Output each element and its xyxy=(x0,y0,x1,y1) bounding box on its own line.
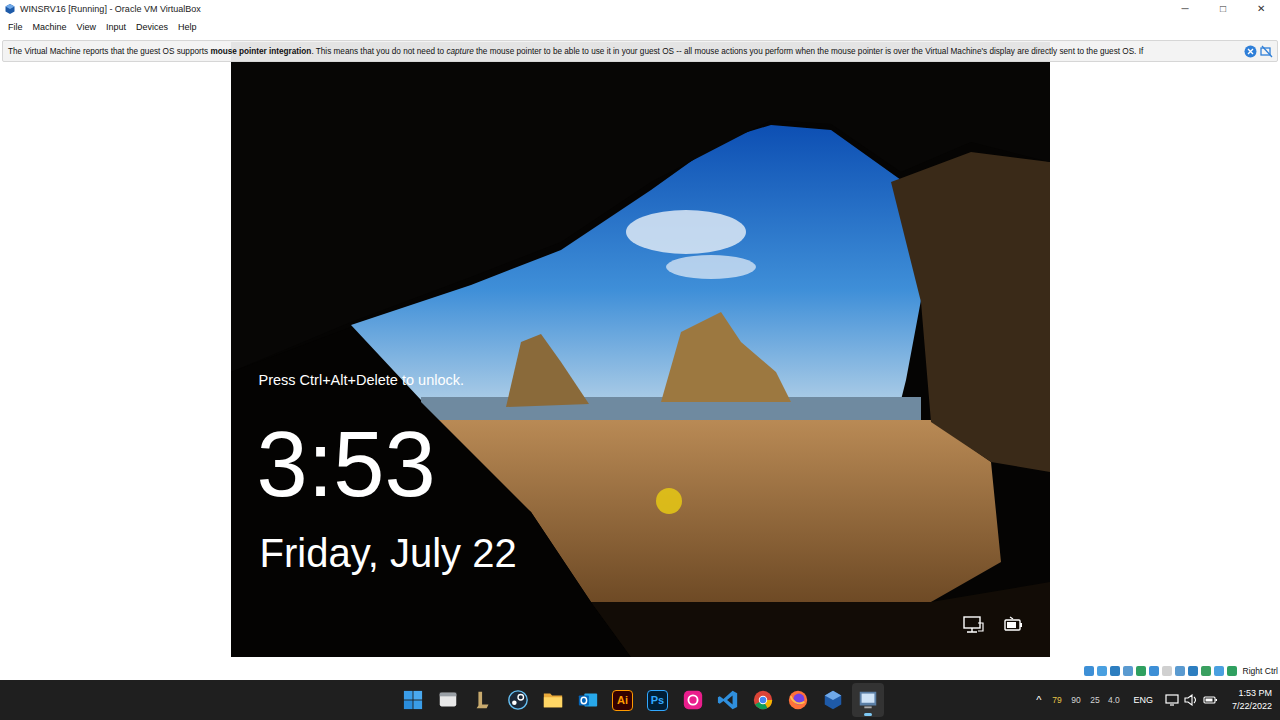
volume-icon[interactable] xyxy=(1182,694,1201,706)
window-controls: ─□✕ xyxy=(1166,0,1280,18)
taskbar-app[interactable] xyxy=(677,683,709,717)
app-icon-label: Ai xyxy=(617,694,628,706)
minimize-button[interactable]: ─ xyxy=(1166,0,1204,18)
virtualbox-icon xyxy=(822,689,844,711)
tray-reading[interactable]: 4.0 xyxy=(1104,695,1123,705)
vm-display[interactable]: Press Ctrl+Alt+Delete to unlock. 3:53 Frid… xyxy=(231,42,1050,657)
device-status-icon[interactable] xyxy=(1162,666,1172,676)
device-status-icon[interactable] xyxy=(1149,666,1159,676)
taskbar-app[interactable] xyxy=(397,683,429,717)
menu-item[interactable]: Machine xyxy=(28,20,72,34)
vm-viewport: Press Ctrl+Alt+Delete to unlock. 3:53 Frid… xyxy=(0,36,1280,662)
app-icon-label: Ps xyxy=(651,694,664,706)
host-key: Right Ctrl xyxy=(1243,666,1278,676)
device-status-icon[interactable] xyxy=(1097,666,1107,676)
clock-time: 1:53 PM xyxy=(1238,687,1272,700)
explorer-window-icon xyxy=(437,689,459,711)
tray-reading[interactable]: 25 xyxy=(1085,695,1104,705)
device-status-icon[interactable] xyxy=(1175,666,1185,676)
device-status-icon[interactable] xyxy=(1188,666,1198,676)
taskbar-app[interactable] xyxy=(467,683,499,717)
firefox-icon xyxy=(787,689,809,711)
chrome-icon xyxy=(752,689,774,711)
tray-reading[interactable]: 79 xyxy=(1047,695,1066,705)
menu-item[interactable]: View xyxy=(72,20,101,34)
outlook-icon xyxy=(577,689,599,711)
menu-item[interactable]: Input xyxy=(101,20,131,34)
vm-icon xyxy=(857,689,879,711)
notification-part: . This means that you do not need to xyxy=(311,47,446,56)
lock-screen-icons xyxy=(962,615,1024,635)
notification-bar: The Virtual Machine reports that the gue… xyxy=(2,40,1278,62)
notification-part: capture xyxy=(446,47,473,56)
accessibility-icon[interactable] xyxy=(1002,615,1024,635)
taskbar-app[interactable] xyxy=(747,683,779,717)
restore-button[interactable]: □ xyxy=(1204,0,1242,18)
show-hidden-icons[interactable]: ^ xyxy=(1030,694,1047,706)
notification-part: The Virtual Machine reports that the gue… xyxy=(8,47,210,56)
virtualbox-icon xyxy=(4,3,16,15)
taskbar-app[interactable]: Ai xyxy=(607,683,639,717)
menu-bar: FileMachineViewInputDevicesHelp xyxy=(0,18,1280,36)
taskbar-app[interactable] xyxy=(432,683,464,717)
notification-part: mouse pointer integration xyxy=(210,47,311,56)
device-status-icon[interactable] xyxy=(1136,666,1146,676)
status-bar: Right Ctrl xyxy=(0,662,1280,680)
taskbar-apps: Ai Ps xyxy=(397,683,884,717)
menu-item[interactable]: Devices xyxy=(131,20,173,34)
device-status-icon[interactable] xyxy=(1201,666,1211,676)
mute-notifications-icon[interactable] xyxy=(1260,45,1273,58)
taskbar-app[interactable] xyxy=(502,683,534,717)
lock-date: Friday, July 22 xyxy=(260,531,517,575)
taskbar-app[interactable] xyxy=(817,683,849,717)
taskbar-app[interactable] xyxy=(782,683,814,717)
taskbar-app[interactable] xyxy=(537,683,569,717)
photoshop-icon: Ps xyxy=(647,690,668,711)
window-title: WINSRV16 [Running] - Oracle VM VirtualBo… xyxy=(20,4,1166,14)
lock-time: 3:53 xyxy=(257,418,436,510)
pink-icon xyxy=(682,689,704,711)
folder-icon xyxy=(542,689,564,711)
tray-reading[interactable]: 90 xyxy=(1066,695,1085,705)
clock-date: 7/22/2022 xyxy=(1232,700,1272,713)
steam-icon xyxy=(507,689,529,711)
system-tray: ^7990254.0ENG 1:53 PM7/22/2022 xyxy=(1030,687,1280,713)
title-bar: WINSRV16 [Running] - Oracle VM VirtualBo… xyxy=(0,0,1280,18)
league-icon xyxy=(472,689,494,711)
taskbar-app[interactable]: Ps xyxy=(642,683,674,717)
notification-text: The Virtual Machine reports that the gue… xyxy=(8,47,1238,56)
device-status-icon[interactable] xyxy=(1123,666,1133,676)
device-status-icon[interactable] xyxy=(1227,666,1237,676)
network-icon[interactable] xyxy=(1163,694,1182,706)
dismiss-icon[interactable] xyxy=(1244,45,1257,58)
close-button[interactable]: ✕ xyxy=(1242,0,1280,18)
menu-item[interactable]: Help xyxy=(173,20,202,34)
device-status-icon[interactable] xyxy=(1110,666,1120,676)
taskbar-app[interactable] xyxy=(712,683,744,717)
clock[interactable]: 1:53 PM7/22/2022 xyxy=(1232,687,1272,713)
taskbar-app[interactable] xyxy=(852,683,884,717)
mouse-pointer-highlight xyxy=(656,488,682,514)
unlock-prompt: Press Ctrl+Alt+Delete to unlock. xyxy=(259,372,465,388)
device-status-icon[interactable] xyxy=(1084,666,1094,676)
vscode-icon xyxy=(717,689,739,711)
menu-item[interactable]: File xyxy=(3,20,28,34)
illustrator-icon: Ai xyxy=(612,690,633,711)
notification-part: the mouse pointer to be able to use it i… xyxy=(474,47,1144,56)
start-icon xyxy=(403,690,423,710)
battery-icon[interactable] xyxy=(1201,694,1220,706)
active-indicator xyxy=(864,713,872,716)
language-indicator[interactable]: ENG xyxy=(1123,695,1163,705)
device-status-icon[interactable] xyxy=(1214,666,1224,676)
network-icon[interactable] xyxy=(962,615,984,635)
taskbar: Ai Ps ^7990254.0ENG 1:53 PM7/22/2022 xyxy=(0,680,1280,720)
taskbar-app[interactable] xyxy=(572,683,604,717)
